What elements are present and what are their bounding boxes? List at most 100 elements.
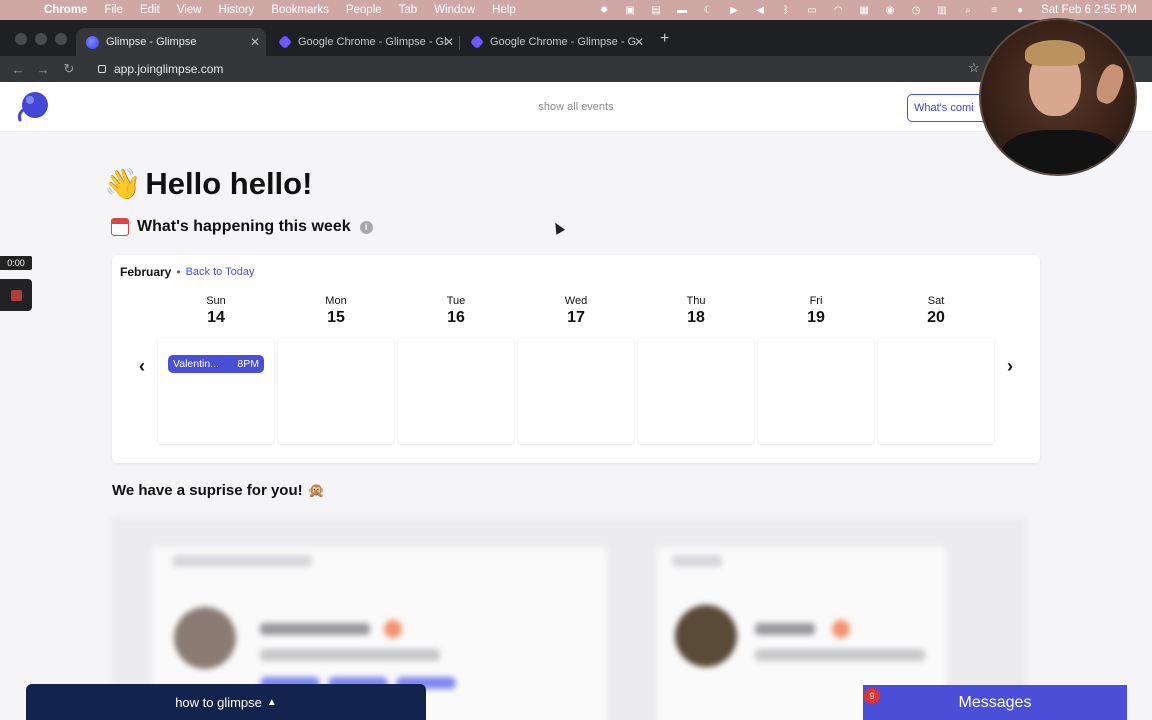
blurred-badge — [384, 620, 402, 638]
messages-count-badge: 9 — [864, 688, 880, 704]
avatar — [174, 607, 236, 669]
day-header-fri: Fri 19 — [758, 295, 874, 327]
new-tab-icon[interactable]: + — [660, 30, 669, 48]
maximize-window-button[interactable] — [55, 33, 67, 45]
avatar — [675, 605, 737, 667]
day-cell-fri[interactable] — [758, 338, 874, 444]
menu-tab[interactable]: Tab — [399, 4, 418, 16]
tab-title: Google Chrome - Glimpse - Gl — [298, 36, 447, 48]
how-to-glimpse-bar[interactable]: how to glimpse ▲ — [26, 684, 426, 720]
day-name: Thu — [686, 295, 706, 307]
zoom-icon[interactable]: ▣ — [623, 5, 637, 16]
week-heading-text: What's happening this week — [137, 218, 351, 235]
day-header-mon: Mon 15 — [278, 295, 394, 327]
day-name: Tue — [446, 295, 466, 307]
back-icon[interactable]: ← — [10, 61, 26, 77]
screen-icon[interactable]: ▦ — [857, 5, 871, 16]
user-icon[interactable]: ◉ — [883, 5, 897, 16]
surprise-heading: We have a suprise for you! 🙊 — [112, 482, 325, 499]
month-label: February — [120, 265, 172, 279]
day-cell-sun[interactable] — [158, 338, 274, 444]
next-week-icon[interactable]: › — [1000, 356, 1020, 376]
greeting-text: Hello hello! — [145, 166, 313, 201]
window-controls — [15, 33, 75, 45]
day-number: 17 — [567, 309, 585, 326]
blurred-text — [172, 555, 312, 567]
stop-recording-button[interactable] — [0, 279, 32, 311]
week-section-heading: What's happening this week i — [111, 218, 373, 236]
close-tab-icon[interactable]: ✕ — [634, 35, 644, 49]
bluetooth-icon[interactable]: ᛒ — [779, 5, 793, 16]
menu-people[interactable]: People — [346, 4, 382, 16]
menu-history[interactable]: History — [219, 4, 255, 16]
keyboard-icon[interactable]: ▥ — [935, 5, 949, 16]
play-icon[interactable]: ▶ — [727, 5, 741, 16]
recording-timer: 0:00 — [0, 256, 32, 270]
control-center-icon[interactable]: ≡ — [987, 5, 1001, 16]
separator-dot: • — [176, 265, 181, 279]
how-to-label: how to glimpse — [175, 694, 262, 710]
tab-chrome-1[interactable]: Google Chrome - Glimpse - Gl ✕ — [268, 28, 460, 56]
webcam-hand — [1092, 61, 1128, 107]
docker-icon[interactable]: ▬ — [675, 5, 689, 16]
forward-icon[interactable]: → — [35, 61, 51, 77]
moon-icon[interactable]: ☾ — [701, 5, 715, 16]
day-number: 15 — [327, 309, 345, 326]
event-chip[interactable]: Valentin... 8PM — [168, 355, 264, 373]
maps-icon[interactable]: ▤ — [649, 5, 663, 16]
webcam-person — [1001, 130, 1119, 174]
calendar-icon — [111, 218, 129, 236]
prev-week-icon[interactable]: ‹ — [132, 356, 152, 376]
search-icon[interactable]: ⌕ — [961, 5, 975, 16]
siri-icon[interactable]: ● — [1013, 5, 1027, 16]
menu-window[interactable]: Window — [434, 4, 475, 16]
day-number: 16 — [447, 309, 465, 326]
brightness-icon[interactable]: ✹ — [597, 5, 611, 16]
tab-title: Google Chrome - Glimpse - Gl — [490, 36, 636, 48]
messages-bar[interactable]: Messages — [863, 685, 1127, 720]
day-number: 14 — [207, 309, 225, 326]
apple-icon[interactable] — [16, 3, 30, 17]
webcam-hair — [1025, 40, 1085, 66]
tab-chrome-2[interactable]: Google Chrome - Glimpse - Gl ✕ — [460, 28, 650, 56]
close-tab-icon[interactable]: ✕ — [250, 35, 260, 49]
battery-icon[interactable]: ▭ — [805, 5, 819, 16]
day-cell-wed[interactable] — [518, 338, 634, 444]
chrome-icon — [277, 34, 293, 50]
reload-icon[interactable]: ↻ — [61, 61, 77, 77]
day-header-wed: Wed 17 — [518, 295, 634, 327]
menu-file[interactable]: File — [104, 4, 123, 16]
day-name: Wed — [564, 295, 588, 307]
address-bar[interactable]: app.joinglimpse.com — [88, 57, 988, 80]
blurred-text — [755, 623, 815, 635]
week-calendar: February • Back to Today ‹ › Sun 14 Mon … — [112, 255, 1040, 463]
menu-clock[interactable]: Sat Feb 6 2:55 PM — [1041, 4, 1137, 16]
webcam-overlay[interactable] — [979, 18, 1137, 176]
main-content: 👋 Hello hello! What's happening this wee… — [0, 132, 1152, 720]
day-cell-sat[interactable] — [878, 338, 994, 444]
menu-edit[interactable]: Edit — [140, 4, 160, 16]
menu-view[interactable]: View — [177, 4, 202, 16]
menu-app-name[interactable]: Chrome — [44, 4, 87, 16]
macos-menu-bar: Chrome File Edit View History Bookmarks … — [0, 0, 1152, 20]
minimize-window-button[interactable] — [35, 33, 47, 45]
wifi-icon[interactable]: ◠ — [831, 5, 845, 16]
close-window-button[interactable] — [15, 33, 27, 45]
volume-icon[interactable]: ◀ — [753, 5, 767, 16]
lock-icon[interactable] — [98, 64, 106, 73]
info-icon[interactable]: i — [359, 220, 373, 234]
url-text[interactable]: app.joinglimpse.com — [114, 62, 223, 76]
bookmark-star-icon[interactable]: ☆ — [968, 60, 980, 76]
status-area: ✹ ▣ ▤ ▬ ☾ ▶ ◀ ᛒ ▭ ◠ ▦ ◉ ◷ ▥ ⌕ ≡ ● Sat Fe… — [591, 0, 1152, 20]
menu-help[interactable]: Help — [492, 4, 516, 16]
day-cell-tue[interactable] — [398, 338, 514, 444]
blurred-text — [672, 555, 722, 567]
menu-bookmarks[interactable]: Bookmarks — [271, 4, 329, 16]
tab-glimpse[interactable]: Glimpse - Glimpse ✕ — [76, 28, 266, 56]
back-to-today-link[interactable]: Back to Today — [186, 266, 255, 278]
day-cell-mon[interactable] — [278, 338, 394, 444]
time-machine-icon[interactable]: ◷ — [909, 5, 923, 16]
browser-toolbar: ← → ↻ app.joinglimpse.com ☆ — [0, 56, 1152, 82]
close-tab-icon[interactable]: ✕ — [444, 35, 454, 49]
day-cell-thu[interactable] — [638, 338, 754, 444]
